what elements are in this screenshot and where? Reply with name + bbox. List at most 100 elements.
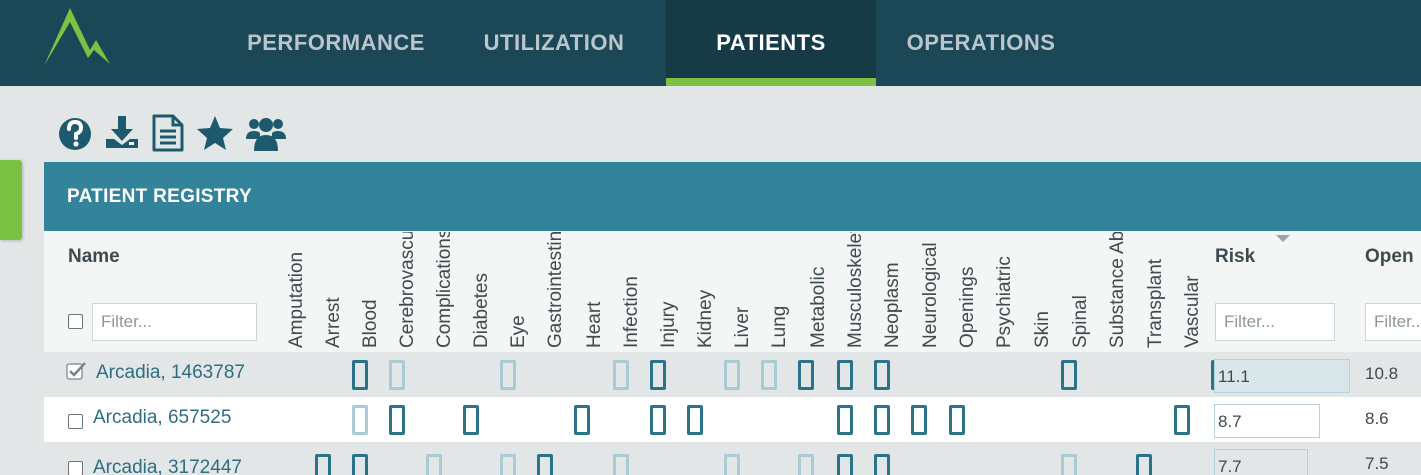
condition-indicator-skin (1061, 360, 1077, 390)
open-value: 7.5 (1365, 454, 1389, 473)
condition-indicator-lung (798, 360, 814, 390)
open-value: 8.6 (1365, 409, 1389, 428)
column-header-spinal[interactable]: Spinal (1064, 232, 1096, 348)
column-header-label: Psychiatric (994, 256, 1015, 348)
patient-name-link[interactable]: Arcadia, 1463787 (96, 362, 245, 384)
condition-indicator-heart (613, 360, 629, 390)
table-row[interactable]: Arcadia, 3172447 7.7 7.5 (44, 442, 1421, 475)
table-row[interactable]: Arcadia, 657525 8.7 8.6 (44, 397, 1421, 442)
column-header-label: Infection (621, 276, 642, 348)
column-header-transplant[interactable]: Transplant (1139, 232, 1171, 348)
column-header-label: Eye (508, 315, 529, 348)
tab-patients[interactable]: PATIENTS (666, 0, 876, 86)
column-header-label: Vascular (1182, 275, 1203, 348)
risk-score-bar: 11.1 (1214, 359, 1350, 393)
condition-indicator-diabetes (500, 454, 516, 475)
column-header-label: Openings (957, 266, 978, 348)
column-header-label: Substance Abuse (1107, 232, 1128, 348)
column-header-heart[interactable]: Heart (578, 232, 610, 348)
row-checkbox-checked[interactable] (66, 360, 88, 380)
tab-operations[interactable]: OPERATIONS (876, 0, 1086, 86)
name-filter-input[interactable] (92, 303, 257, 341)
condition-indicator-musculoskeletal (874, 454, 890, 475)
column-header-blood[interactable]: Blood (354, 232, 386, 348)
condition-indicator-diabetes (500, 360, 516, 390)
condition-indicator-kidney (724, 360, 740, 390)
sort-desc-icon[interactable] (1276, 235, 1290, 242)
condition-indicator-blood (389, 360, 405, 390)
column-header-kidney[interactable]: Kidney (689, 232, 721, 348)
column-header-musculoskeletal[interactable]: Musculoskeletal (839, 232, 871, 348)
condition-indicator-amputation (315, 454, 331, 475)
condition-indicator-blood (389, 405, 405, 435)
column-header-amputation[interactable]: Amputation (280, 232, 312, 348)
condition-indicator-eye (537, 454, 553, 475)
patient-registry-panel: PATIENT REGISTRY Name Risk Open Amputati… (44, 162, 1421, 475)
download-icon[interactable] (103, 113, 141, 153)
column-header-substance-abuse[interactable]: Substance Abuse (1101, 232, 1133, 348)
column-header-label: Injury (658, 301, 679, 348)
panel-header: PATIENT REGISTRY (44, 162, 1421, 231)
column-header-psychiatric[interactable]: Psychiatric (988, 232, 1020, 348)
document-icon[interactable] (149, 113, 187, 153)
column-header-name[interactable]: Name (68, 246, 120, 268)
condition-indicator-liver (761, 360, 777, 390)
star-icon[interactable] (196, 113, 234, 153)
column-header-label: Musculoskeletal (845, 232, 866, 348)
column-header-neoplasm[interactable]: Neoplasm (876, 232, 908, 348)
select-all-checkbox[interactable] (68, 314, 83, 329)
condition-indicator-heart (613, 454, 629, 475)
open-filter-input[interactable] (1365, 303, 1421, 341)
side-panel-toggle[interactable] (0, 160, 22, 240)
column-header-infection[interactable]: Infection (615, 232, 647, 348)
condition-indicator-metabolic (837, 360, 853, 390)
users-icon[interactable] (245, 113, 287, 153)
risk-filter-input[interactable] (1215, 303, 1335, 341)
column-header-diabetes[interactable]: Diabetes (465, 232, 497, 348)
column-header-label: Spinal (1070, 295, 1091, 348)
column-header-risk[interactable]: Risk (1215, 246, 1255, 268)
condition-indicator-neurological (949, 405, 965, 435)
condition-indicator-metabolic (837, 405, 853, 435)
column-header-open[interactable]: Open (1365, 246, 1414, 268)
column-header-label: Blood (360, 299, 381, 348)
column-header-metabolic[interactable]: Metabolic (802, 232, 834, 348)
patient-name-link[interactable]: Arcadia, 3172447 (93, 457, 242, 475)
column-header-eye[interactable]: Eye (502, 232, 534, 348)
column-header-gastrointestinal[interactable]: Gastrointestinal (539, 232, 571, 348)
tab-performance[interactable]: PERFORMANCE (226, 0, 446, 86)
top-nav-bar: PERFORMANCE UTILIZATION PATIENTS OPERATI… (0, 0, 1421, 86)
patient-name-link[interactable]: Arcadia, 657525 (93, 407, 231, 429)
column-header-injury[interactable]: Injury (652, 232, 684, 348)
column-header-openings[interactable]: Openings (951, 232, 983, 348)
column-header-arrest[interactable]: Arrest (317, 232, 349, 348)
panel-title: PATIENT REGISTRY (67, 186, 252, 207)
column-header-liver[interactable]: Liver (726, 232, 758, 348)
help-icon[interactable] (56, 113, 94, 153)
column-header-label: Heart (584, 301, 605, 348)
tab-utilization[interactable]: UTILIZATION (446, 0, 662, 86)
column-header-complications[interactable]: Complications (428, 232, 460, 348)
condition-indicator-infection (650, 405, 666, 435)
row-checkbox[interactable] (68, 461, 83, 475)
row-checkbox[interactable] (68, 414, 83, 429)
column-header-label: Metabolic (808, 266, 829, 348)
column-header-label: Liver (732, 306, 753, 348)
column-header-label: Gastrointestinal (545, 232, 566, 348)
condition-indicator-kidney (724, 454, 740, 475)
column-header-vascular[interactable]: Vascular (1176, 232, 1208, 348)
condition-indicator-musculoskeletal (874, 405, 890, 435)
condition-indicator-infection (650, 360, 666, 390)
condition-indicator-arrest (352, 405, 368, 435)
condition-indicator-substance-abuse (1136, 454, 1152, 475)
column-header-skin[interactable]: Skin (1026, 232, 1058, 348)
condition-indicator-neoplasm (911, 405, 927, 435)
column-header-label: Skin (1032, 311, 1053, 348)
column-header-neurological[interactable]: Neurological (914, 232, 946, 348)
column-header-lung[interactable]: Lung (763, 232, 795, 348)
column-header-cerebrovascular[interactable]: Cerebrovascular (391, 232, 423, 348)
app-logo-icon[interactable] (40, 6, 114, 68)
column-header-label: Kidney (695, 289, 716, 348)
column-header-label: Neurological (920, 242, 941, 348)
table-row[interactable]: Arcadia, 1463787 11.1 10.8 (44, 352, 1421, 397)
